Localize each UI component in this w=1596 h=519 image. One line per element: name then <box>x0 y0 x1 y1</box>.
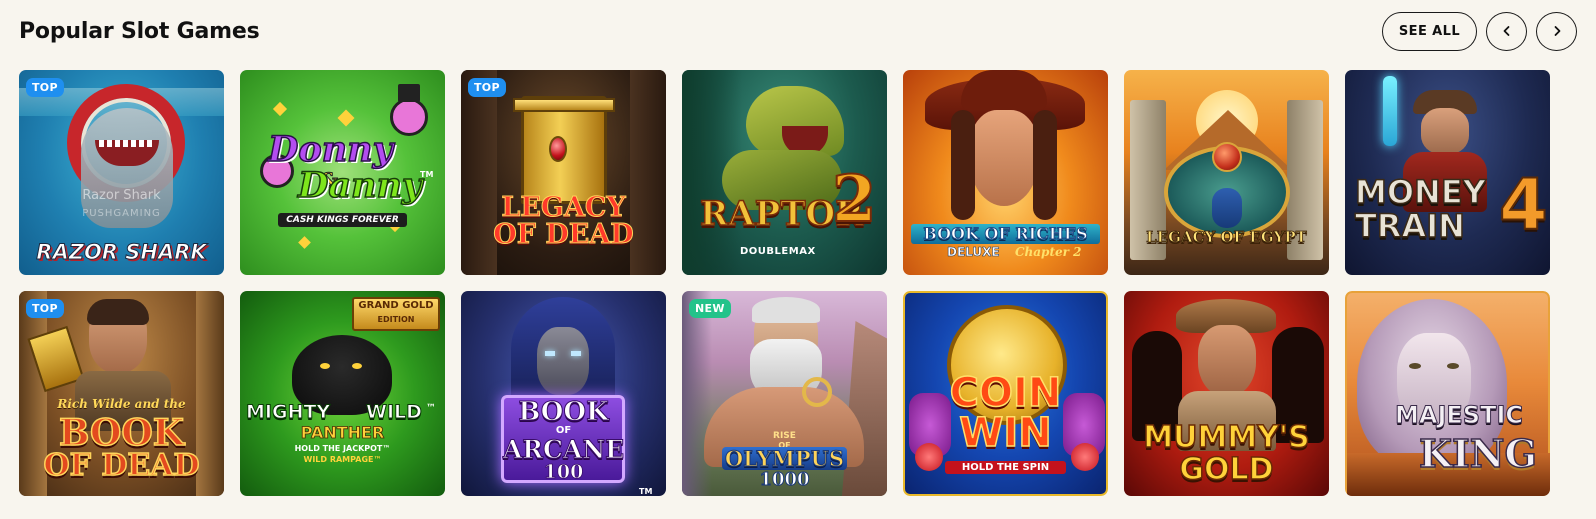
section-header: Popular Slot Games SEE ALL <box>19 11 1577 51</box>
section-title: Popular Slot Games <box>19 18 260 44</box>
game-art: Rich Wilde and the BOOK OF DEAD <box>19 291 224 496</box>
game-tile-money-train-4[interactable]: MONEY TRAIN 4 <box>1345 70 1550 275</box>
top-badge: TOP <box>468 78 506 97</box>
game-logo-line2: GOLD <box>1179 452 1275 487</box>
game-tile-legacy-of-dead[interactable]: LEGACY OF DEAD TOP <box>461 70 666 275</box>
woman-face <box>969 110 1039 206</box>
game-logo-line1: Donny <box>267 129 393 170</box>
game-art: Donny & Danny TM CASH KINGS FOREVER <box>240 70 445 275</box>
game-tile-razor-shark[interactable]: Razor Shark PUSHGAMING RAZOR SHARK TOP <box>19 70 224 275</box>
chapter-text: Chapter 2 <box>1015 245 1082 259</box>
game-logo-number: 100 <box>543 461 584 483</box>
tm-mark: ™ <box>426 403 436 414</box>
tm-mark: TM <box>420 170 434 179</box>
game-subtitle: DELUXE <box>947 245 1000 260</box>
see-all-button[interactable]: SEE ALL <box>1381 11 1477 51</box>
game-tile-mummys-gold[interactable]: MUMMY'S GOLD <box>1124 291 1329 496</box>
new-badge: NEW <box>689 299 731 318</box>
tm-mark: TM <box>639 487 653 496</box>
game-tile-raptor-2[interactable]: RAPTOR 2 DOUBLEMAX <box>682 70 887 275</box>
red-orb <box>1212 142 1242 172</box>
game-tile-mighty-wild-panther[interactable]: GRAND GOLD EDITION MIGHTY WILD ™ PANTHER… <box>240 291 445 496</box>
game-logo-number: 2 <box>831 162 878 237</box>
game-art: RISE OF OLYMPUS 1000 <box>682 291 887 496</box>
watermark-text: Razor Shark <box>82 188 161 203</box>
game-subtitle-1: HOLD THE JACKPOT™ <box>294 444 391 453</box>
game-logo-number: 1000 <box>759 469 810 490</box>
game-subtitle-2: WILD RAMPAGE™ <box>303 455 382 464</box>
next-button[interactable] <box>1536 11 1577 51</box>
game-logo-number: 4 <box>1498 164 1549 246</box>
game-tile-book-of-arcane-100[interactable]: BOOK OF ARCANE 100 TM <box>461 291 666 496</box>
game-logo: LEGACY OF EGYPT <box>1146 228 1307 246</box>
game-logo-line2: KING <box>1418 431 1538 476</box>
game-logo-line1: LEGACY <box>501 192 626 223</box>
game-tile-coin-win[interactable]: COIN WIN HOLD THE SPIN <box>903 291 1108 496</box>
game-subtitle: CASH KINGS FOREVER <box>278 213 407 227</box>
game-art: LEGACY OF EGYPT <box>1124 70 1329 275</box>
game-tile-book-of-dead[interactable]: Rich Wilde and the BOOK OF DEAD TOP <box>19 291 224 496</box>
explorer-face <box>1198 325 1256 397</box>
scarab-gem <box>549 136 567 162</box>
game-tile-rise-of-olympus-1000[interactable]: RISE OF OLYMPUS 1000 NEW <box>682 291 887 496</box>
game-art: LEGACY OF DEAD <box>461 70 666 275</box>
game-art: Razor Shark PUSHGAMING RAZOR SHARK <box>19 70 224 275</box>
game-art: BOOK OF ARCANE 100 TM <box>461 291 666 496</box>
game-art: MAJESTIC KING <box>1345 291 1550 496</box>
game-logo: OLYMPUS <box>722 447 847 470</box>
game-tile-donny-danny[interactable]: Donny & Danny TM CASH KINGS FOREVER <box>240 70 445 275</box>
edition-line2: EDITION <box>377 315 415 324</box>
game-logo-line2: OF DEAD <box>43 448 201 483</box>
game-subtitle: DOUBLEMAX <box>740 246 816 257</box>
game-art: GRAND GOLD EDITION MIGHTY WILD ™ PANTHER… <box>240 291 445 496</box>
pre-title: Rich Wilde and the <box>57 397 186 411</box>
top-hat <box>398 84 420 102</box>
provider-text: PUSHGAMING <box>82 208 161 219</box>
game-logo-line2: WIN <box>959 410 1053 456</box>
game-logo: RAZOR SHARK <box>36 240 207 264</box>
game-logo-line2: TRAIN <box>1354 207 1465 245</box>
energy-gun <box>1383 76 1397 146</box>
game-logo-line2: PANTHER <box>300 423 385 442</box>
game-tile-book-of-riches[interactable]: BOOK OF RICHES DELUXE Chapter 2 <box>903 70 1108 275</box>
pre-title: RISE <box>773 431 796 441</box>
top-badge: TOP <box>26 299 64 318</box>
chevron-left-icon <box>1503 26 1509 36</box>
game-logo-line2: OF DEAD <box>493 219 634 250</box>
game-art: COIN WIN HOLD THE SPIN <box>903 291 1108 496</box>
game-logo-line1: MAJESTIC <box>1395 401 1524 429</box>
character-head <box>390 98 428 136</box>
game-tile-majestic-king[interactable]: MAJESTIC KING <box>1345 291 1550 496</box>
game-logo-line1: MONEY <box>1354 173 1486 211</box>
game-tile-legacy-of-egypt[interactable]: LEGACY OF EGYPT <box>1124 70 1329 275</box>
chevron-right-icon <box>1554 26 1560 36</box>
game-logo-line2: ARCANE <box>502 435 625 464</box>
game-logo-line2: Danny <box>297 165 423 206</box>
edition-line1: GRAND GOLD <box>358 300 434 311</box>
carousel-controls: SEE ALL <box>1381 11 1577 51</box>
game-grid: Razor Shark PUSHGAMING RAZOR SHARK TOP D… <box>19 70 1550 496</box>
top-badge: TOP <box>26 78 64 97</box>
game-logo: BOOK OF RICHES <box>911 224 1100 244</box>
game-logo-line1b: WILD <box>366 401 423 423</box>
game-art: MUMMY'S GOLD <box>1124 291 1329 496</box>
game-logo-line1: MUMMY'S <box>1143 420 1311 455</box>
game-art: MONEY TRAIN 4 <box>1345 70 1550 275</box>
game-logo-line1: COIN <box>949 370 1062 416</box>
game-logo-line1: BOOK <box>518 397 609 427</box>
game-art: RAPTOR 2 DOUBLEMAX <box>682 70 887 275</box>
game-subtitle: HOLD THE SPIN <box>945 461 1066 474</box>
game-art: BOOK OF RICHES DELUXE Chapter 2 <box>903 70 1108 275</box>
game-logo-line1: MIGHTY <box>245 401 331 423</box>
game-logo-line1: BOOK <box>58 412 185 454</box>
prev-button[interactable] <box>1486 11 1527 51</box>
